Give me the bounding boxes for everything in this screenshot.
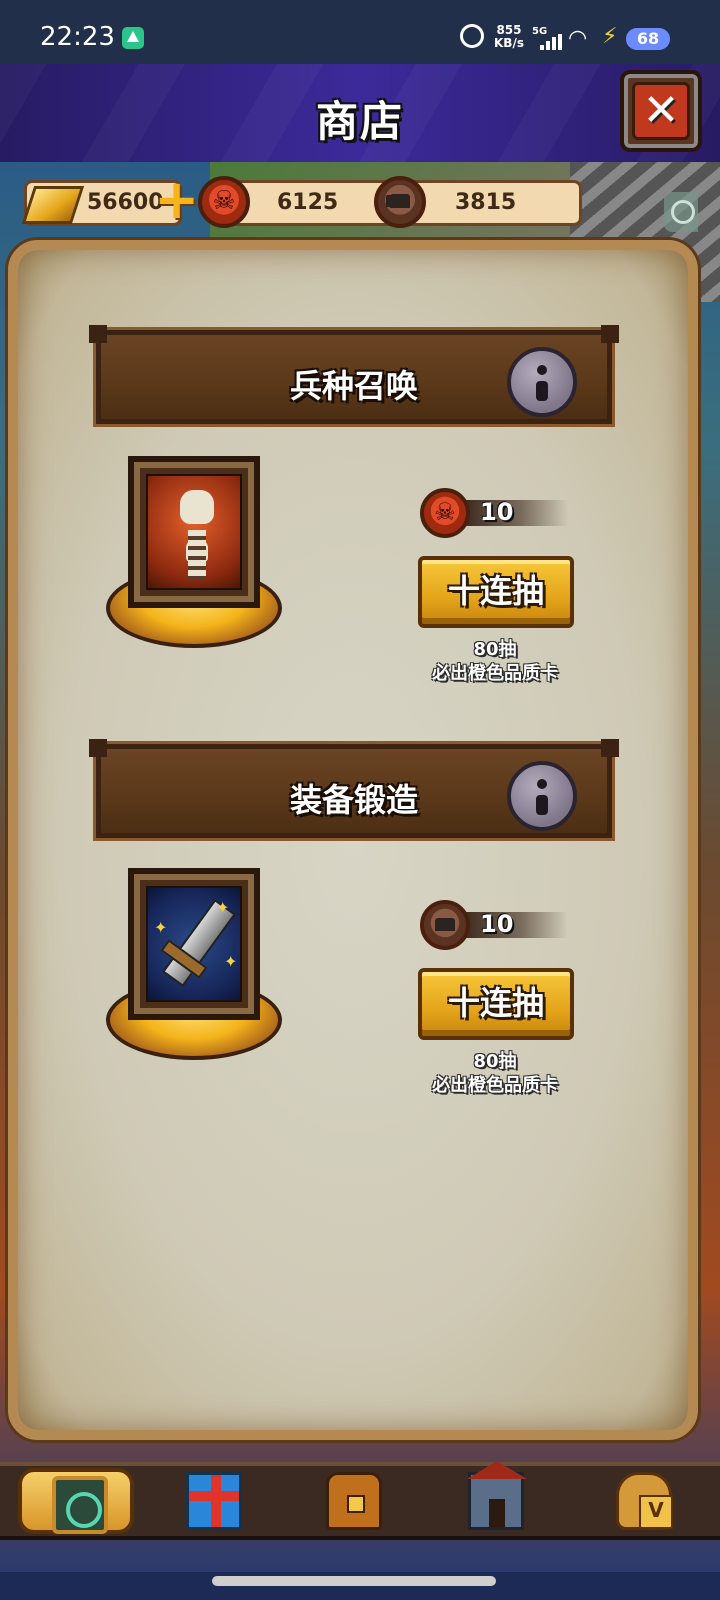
alarm-icon: [460, 24, 484, 48]
treasure-chest-icon: [326, 1472, 382, 1530]
money-bag-vip-icon: [616, 1472, 673, 1530]
sparkle-icon: ✦: [216, 898, 230, 917]
close-button[interactable]: ✕: [620, 70, 702, 152]
barracks-house-icon: [467, 1461, 527, 1530]
skull-token-amount: 6125: [277, 190, 339, 215]
nav-barracks[interactable]: [438, 1461, 554, 1534]
anvil-token-amount: 3815: [455, 190, 517, 215]
home-indicator[interactable]: [212, 1576, 496, 1586]
skeleton-warrior-icon: [146, 474, 242, 590]
card-frame: ✦ ✦ ✦: [128, 868, 260, 1020]
gift-box-icon: [186, 1472, 242, 1530]
nav-gift[interactable]: [156, 1468, 272, 1534]
pity-note: 80抽 必出橙色品质卡: [400, 638, 590, 686]
gold-amount: 56600: [87, 190, 164, 215]
cost-value: 10: [480, 498, 514, 526]
card-frame: [128, 456, 260, 608]
bottom-nav: [0, 1461, 720, 1540]
pity-note-count: 80抽: [473, 639, 517, 660]
status-bar: 22:23 855 KB/s 5G ◠ ⚡ 68: [0, 0, 720, 64]
sword-icon: ✦ ✦ ✦: [146, 886, 242, 1002]
signal-icon: [540, 34, 564, 50]
skull-coin-icon: [420, 488, 470, 538]
cost-value: 10: [480, 910, 514, 938]
pity-note: 80抽 必出橙色品质卡: [400, 1050, 590, 1098]
anvil-coin-icon: [374, 176, 426, 228]
app-notification-icon: [122, 27, 144, 49]
info-icon[interactable]: [507, 761, 577, 831]
add-gold-button[interactable]: +: [154, 173, 199, 227]
network-speed: 855 KB/s: [494, 24, 524, 50]
anvil-coin-icon: [420, 900, 470, 950]
pity-note-guarantee: 必出橙色品质卡: [432, 663, 558, 684]
pity-note-count: 80抽: [473, 1051, 517, 1072]
sword-card: ✦ ✦ ✦: [106, 868, 282, 1068]
nav-treasure[interactable]: [296, 1468, 412, 1534]
pity-note-guarantee: 必出橙色品质卡: [432, 1075, 558, 1096]
section-banner-troop-summon: 兵种召唤: [89, 325, 619, 424]
sparkle-icon: ✦: [224, 952, 238, 971]
battery-level: 68: [626, 28, 670, 50]
page-title: 商店: [315, 97, 404, 146]
cost-row: 10: [420, 488, 570, 538]
skull-coin-icon: [198, 176, 250, 228]
nav-card-shop[interactable]: [18, 1468, 134, 1534]
sparkle-icon: ✦: [154, 918, 168, 937]
floating-assistant-icon[interactable]: [664, 192, 698, 232]
status-time: 22:23: [40, 22, 115, 52]
header-bar: 商店: [0, 64, 720, 162]
network-speed-unit: KB/s: [494, 36, 524, 50]
nav-vip[interactable]: [586, 1468, 702, 1534]
skeleton-warrior-card: [106, 456, 282, 656]
network-speed-value: 855: [496, 23, 522, 37]
close-icon: ✕: [632, 82, 690, 140]
ten-draw-button[interactable]: 十连抽: [418, 968, 574, 1040]
info-icon[interactable]: [507, 347, 577, 417]
cost-row: 10: [420, 900, 570, 950]
ten-draw-button[interactable]: 十连抽: [418, 556, 574, 628]
card-deck-icon: [52, 1476, 108, 1534]
currency-bar: 56600 + 6125 3815: [22, 173, 582, 230]
gold-bar-icon: [22, 176, 78, 228]
wifi-icon: ◠: [568, 26, 588, 51]
section-banner-equipment-forge: 装备锻造: [89, 739, 619, 838]
charging-icon: ⚡: [602, 24, 618, 49]
